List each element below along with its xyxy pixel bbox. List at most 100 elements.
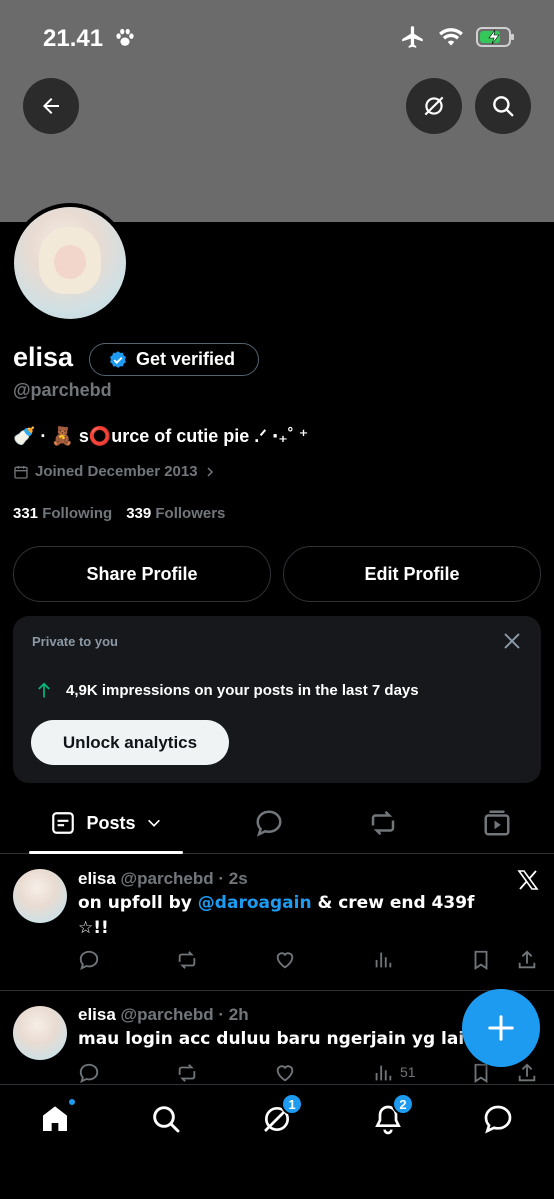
tab-replies[interactable]	[244, 792, 294, 854]
post-text-before: on upfoll by	[78, 893, 198, 913]
back-button[interactable]	[23, 78, 79, 134]
bookmark-icon	[474, 950, 488, 970]
repost-icon	[178, 951, 196, 969]
joined-label: Joined December 2013	[35, 463, 198, 480]
grok-badge: 1	[281, 1093, 303, 1115]
tab-media[interactable]	[472, 792, 522, 854]
wifi-icon	[439, 28, 463, 46]
grok-icon	[424, 96, 444, 116]
bio-o-emoji: ⭕	[88, 426, 112, 446]
impressions-text: 4,9K impressions on your posts in the la…	[66, 681, 419, 699]
views-icon	[375, 1065, 392, 1081]
nav-messages[interactable]	[478, 1099, 518, 1139]
search-icon	[153, 1106, 180, 1133]
repost-button[interactable]	[176, 1062, 198, 1084]
post-header: elisa @parchebd · 2s	[78, 869, 248, 889]
profile-handle: @parchebd	[13, 380, 112, 400]
private-label: Private to you	[32, 634, 118, 649]
avatar-image	[14, 207, 126, 319]
repost-icon	[178, 1064, 196, 1082]
post-meta: @parchebd · 2h	[120, 1005, 249, 1024]
post-author-name: elisa	[78, 869, 116, 888]
post-meta: @parchebd · 2s	[120, 869, 248, 888]
post-avatar[interactable]	[13, 869, 67, 923]
home-icon	[43, 1106, 67, 1131]
impressions-line: 4,9K impressions on your posts in the la…	[34, 680, 419, 700]
following-count: 331	[13, 505, 39, 522]
get-verified-button[interactable]: Get verified	[89, 343, 259, 376]
like-button[interactable]	[274, 1062, 296, 1084]
profile-avatar[interactable]	[10, 203, 130, 323]
post-header: elisa @parchebd · 2h	[78, 1005, 249, 1025]
chevron-down-icon	[147, 819, 160, 827]
reply-icon	[79, 950, 99, 970]
messages-icon	[484, 1105, 512, 1134]
post-item[interactable]: elisa @parchebd · 2s on upfoll by @daroa…	[0, 855, 554, 991]
status-bar: 21.41	[0, 0, 554, 70]
share-icon	[518, 1063, 536, 1082]
chevron-right-icon	[207, 466, 213, 477]
heart-icon	[276, 1065, 294, 1082]
share-button[interactable]	[516, 949, 538, 971]
arrow-left-icon	[43, 98, 59, 114]
search-button[interactable]	[475, 78, 531, 134]
media-icon	[484, 810, 510, 836]
reply-button[interactable]	[78, 1062, 100, 1084]
profile-name: elisa	[13, 342, 74, 372]
followers-count: 339	[126, 505, 152, 522]
reply-icon	[256, 810, 282, 837]
views-button[interactable]	[372, 949, 394, 971]
views-button[interactable]: 51	[372, 1062, 432, 1084]
tab-posts-label: Posts	[86, 812, 136, 833]
share-button[interactable]	[516, 1062, 538, 1084]
share-profile-button[interactable]: Share Profile	[13, 546, 271, 602]
home-notification-dot	[67, 1097, 77, 1107]
joined-date[interactable]: Joined December 2013	[13, 463, 216, 480]
profile-bio: 🍼 · 🧸 s ⭕ urce of cutie pie .ᐟ ‧₊˚ ⁺	[13, 426, 308, 447]
post-text: on upfoll by @daroagain & crew end 439f …	[78, 891, 502, 941]
nav-grok[interactable]: 1	[257, 1093, 303, 1139]
bio-prefix: 🍼 · 🧸 s	[13, 426, 89, 446]
notifications-badge: 2	[392, 1093, 414, 1115]
share-icon	[518, 950, 536, 969]
post-actions	[78, 949, 540, 971]
analytics-card: Private to you 4,9K impressions on your …	[13, 616, 541, 783]
battery-charging-icon	[476, 27, 514, 47]
grok-button[interactable]	[406, 78, 462, 134]
close-icon[interactable]	[501, 630, 523, 652]
compose-button[interactable]	[462, 989, 540, 1067]
views-count: 51	[400, 1064, 416, 1080]
heart-icon	[276, 952, 294, 969]
paw-icon	[116, 28, 134, 46]
like-button[interactable]	[274, 949, 296, 971]
follow-stats: 331 Following 339 Followers	[13, 505, 225, 522]
views-icon	[375, 952, 392, 968]
get-verified-label: Get verified	[136, 349, 236, 369]
post-text: mau login acc duluu baru ngerjain yg lai…	[78, 1029, 478, 1049]
post-author-name: elisa	[78, 1005, 116, 1024]
nav-notifications[interactable]: 2	[368, 1093, 414, 1139]
bottom-nav: 1 2	[0, 1084, 554, 1199]
nav-search[interactable]	[146, 1099, 186, 1139]
post-mention[interactable]: @daroagain	[198, 893, 312, 913]
x-logo-icon	[517, 870, 539, 890]
tab-underline	[29, 851, 183, 854]
bookmark-button[interactable]	[470, 949, 492, 971]
edit-profile-button[interactable]: Edit Profile	[283, 546, 541, 602]
unlock-analytics-button[interactable]: Unlock analytics	[31, 720, 229, 765]
posts-icon	[52, 812, 75, 834]
repost-button[interactable]	[176, 949, 198, 971]
tab-reposts[interactable]	[358, 792, 408, 854]
post-avatar[interactable]	[13, 1006, 67, 1060]
nav-home[interactable]	[35, 1097, 77, 1139]
followers-link[interactable]: 339 Followers	[126, 505, 225, 522]
following-link[interactable]: 331 Following	[13, 505, 112, 522]
following-label: Following	[42, 505, 113, 522]
profile-tabs: Posts	[0, 792, 554, 854]
reply-icon	[79, 1063, 99, 1083]
reply-button[interactable]	[78, 949, 100, 971]
search-icon	[493, 96, 514, 117]
bio-suffix: urce of cutie pie .ᐟ ‧₊˚ ⁺	[111, 426, 309, 446]
post-actions: 51	[78, 1062, 540, 1084]
tab-posts[interactable]: Posts	[29, 792, 183, 854]
